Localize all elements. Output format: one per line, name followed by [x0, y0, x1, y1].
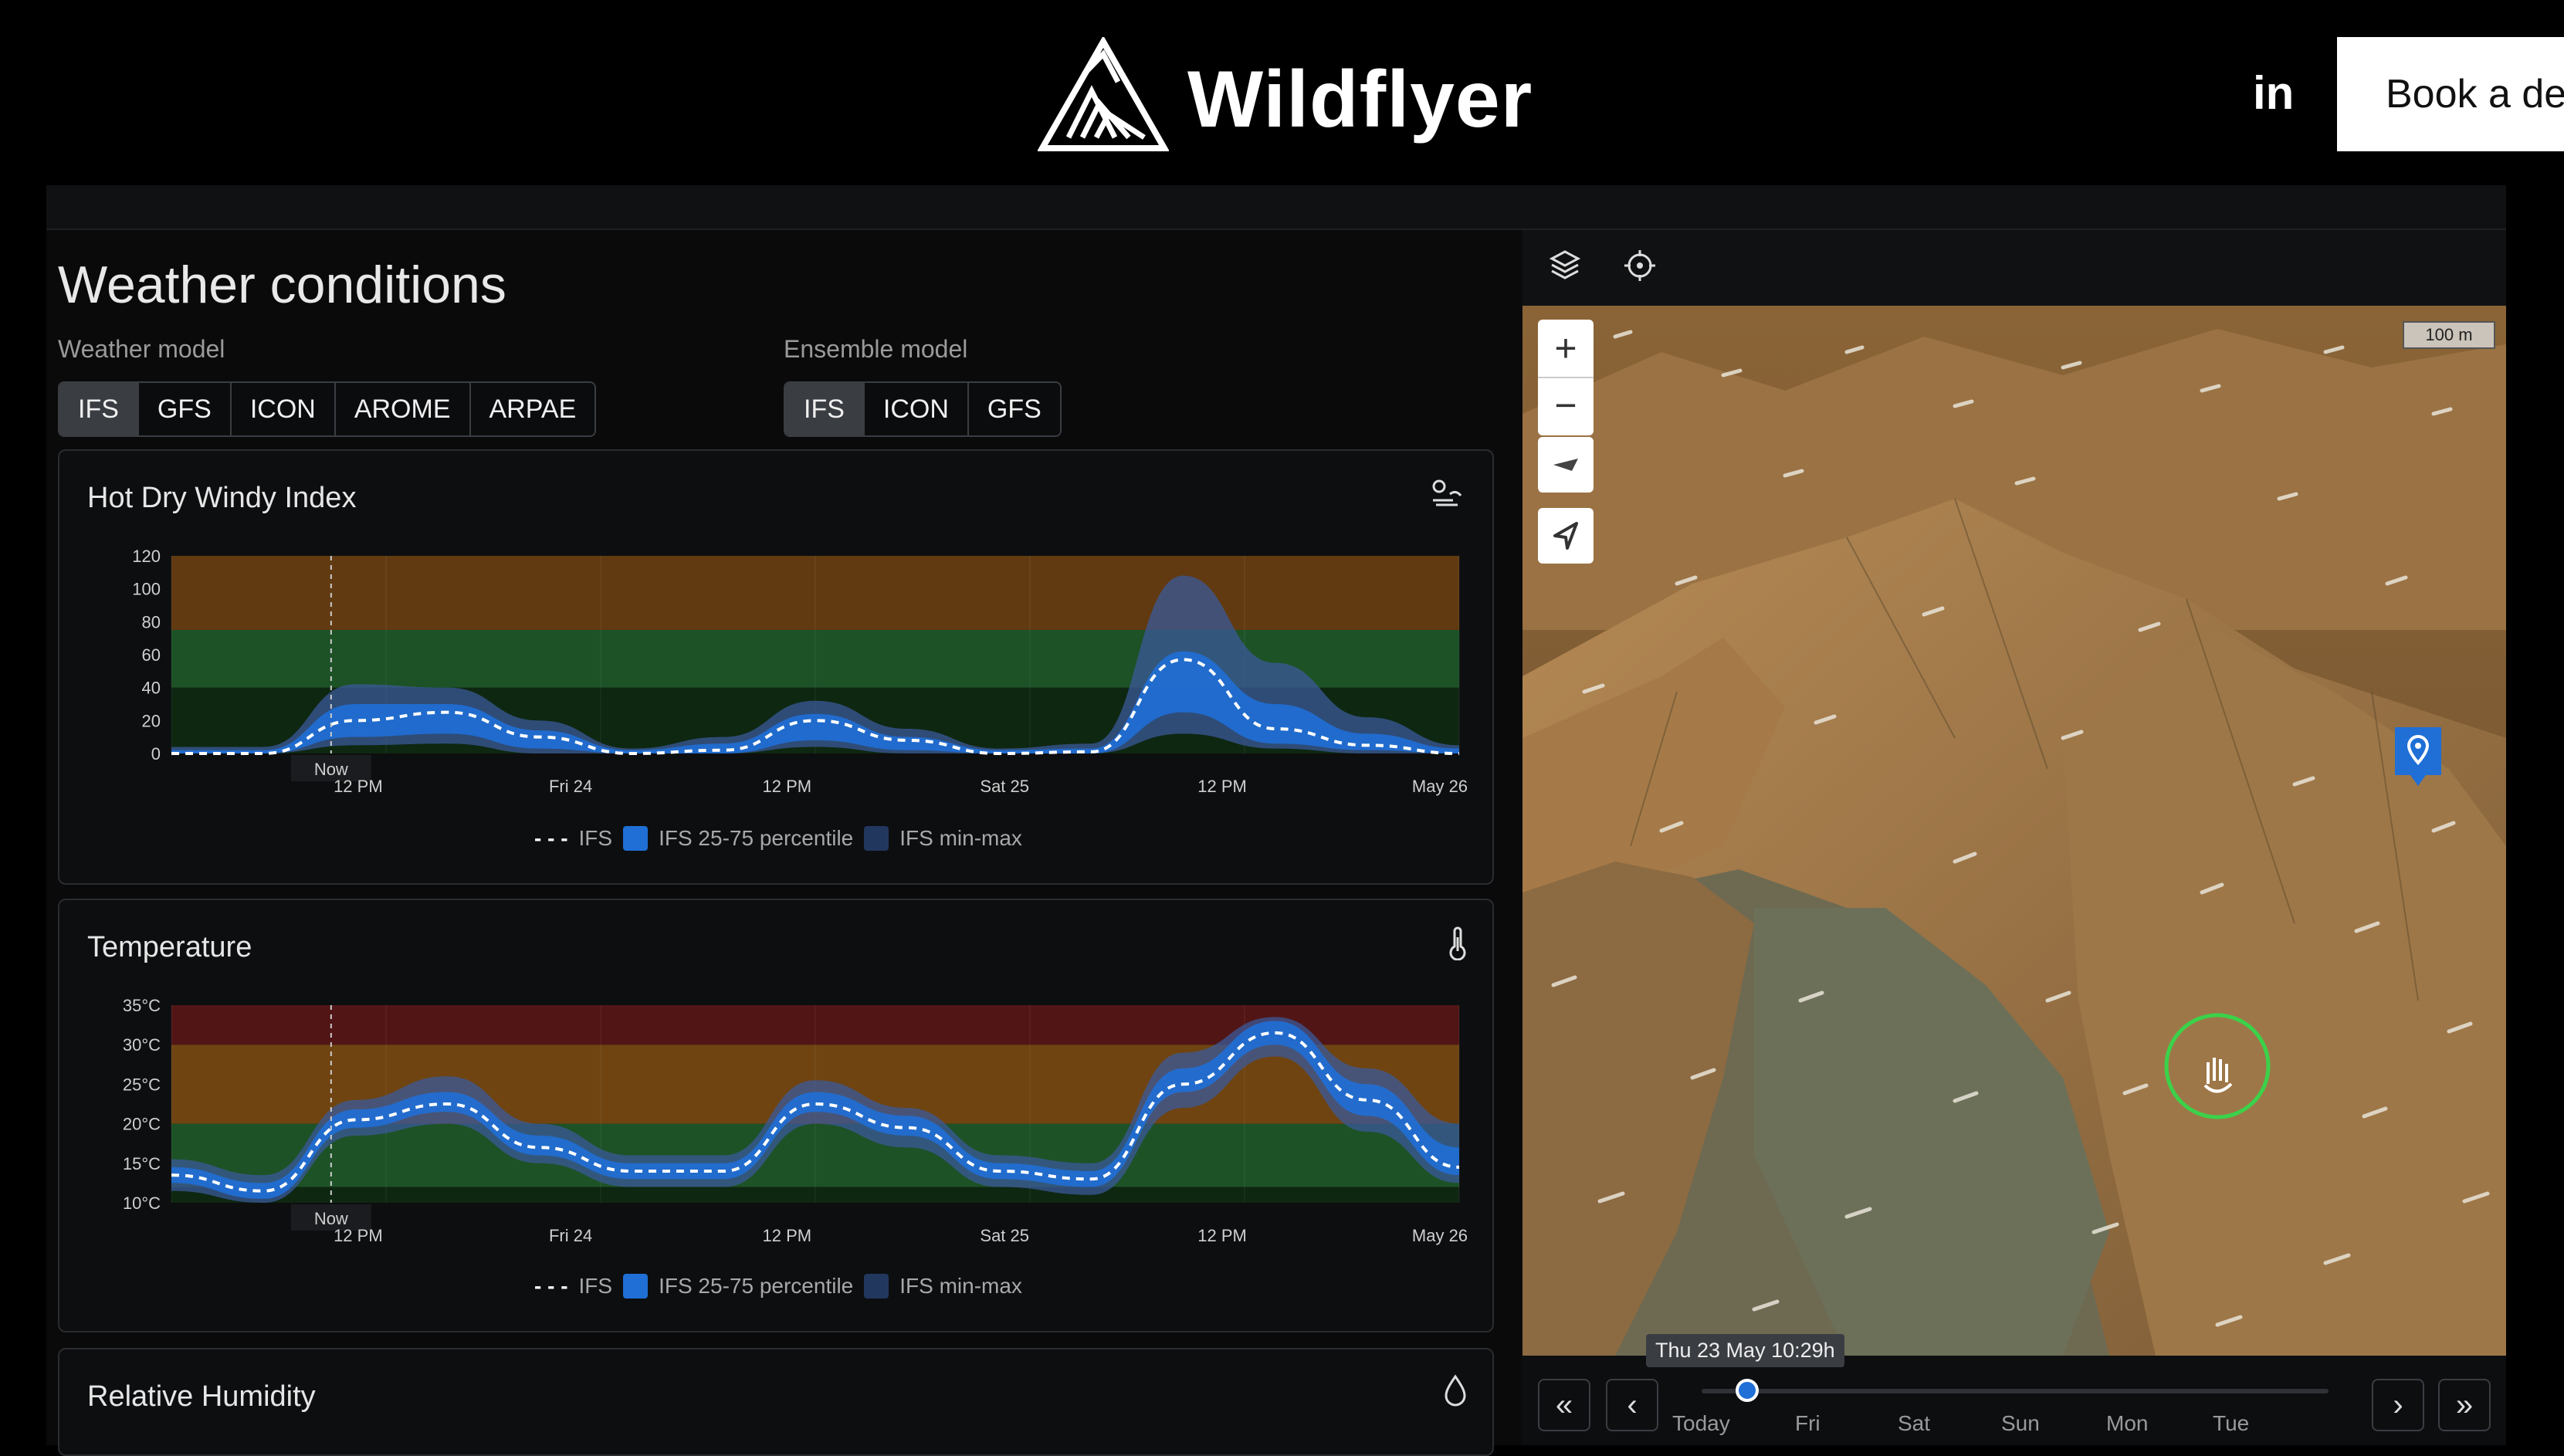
- legend-swatch-minmax: [864, 1274, 889, 1299]
- weather-model-label: Weather model: [58, 335, 225, 363]
- temp-y-tick: 30°C: [123, 1035, 161, 1055]
- book-demo-button[interactable]: Book a demo: [2337, 37, 2564, 151]
- ensemble-model-label: Ensemble model: [784, 335, 968, 363]
- location-pin-icon[interactable]: [2392, 724, 2444, 791]
- thermometer-icon[interactable]: [1445, 926, 1470, 960]
- map-scale: 100 m: [2403, 321, 2495, 349]
- map-toolbar: [1522, 230, 2506, 306]
- droplet-icon[interactable]: [1442, 1374, 1468, 1407]
- temp-y-tick: 15°C: [123, 1154, 161, 1173]
- step-back-button[interactable]: ‹: [1606, 1379, 1658, 1431]
- compass-icon: [1553, 459, 1578, 471]
- day-today[interactable]: Today: [1672, 1411, 1730, 1436]
- jump-back-button[interactable]: «: [1538, 1379, 1590, 1431]
- temp-y-tick: 25°C: [123, 1075, 161, 1094]
- ensemble-model-gfs-button[interactable]: GFS: [968, 383, 1060, 435]
- temp-x-tick: 12 PM: [763, 1226, 812, 1245]
- hdw-y-tick: 20: [142, 711, 161, 730]
- hdw-x-tick: 12 PM: [334, 777, 383, 796]
- ensemble-model-selector: IFS ICON GFS: [784, 381, 1062, 437]
- time-tooltip: Thu 23 May 10:29h: [1646, 1334, 1844, 1367]
- terrain-map[interactable]: [1522, 306, 2506, 1356]
- step-forward-button[interactable]: ›: [2372, 1379, 2424, 1431]
- app-top-strip: [46, 185, 2506, 230]
- temp-x-tick: May 26: [1412, 1226, 1468, 1245]
- temp-y-tick: 20°C: [123, 1115, 161, 1134]
- weather-model-gfs-button[interactable]: GFS: [138, 383, 232, 435]
- hdw-y-tick: 40: [142, 679, 161, 698]
- page-title: Weather conditions: [58, 256, 506, 314]
- zoom-control: + −: [1538, 320, 1594, 435]
- hdw-x-tick: Fri 24: [549, 777, 592, 796]
- temp-x-tick: Sat 25: [980, 1226, 1029, 1245]
- legend-p2575[interactable]: IFS 25-75 percentile: [659, 1274, 853, 1299]
- weather-model-arome-button[interactable]: AROME: [335, 383, 471, 435]
- day-mon[interactable]: Mon: [2106, 1411, 2148, 1436]
- zoom-out-button[interactable]: −: [1538, 378, 1594, 435]
- hdw-x-tick: 12 PM: [763, 777, 812, 796]
- dashed-line-icon: - - -: [534, 826, 568, 850]
- locate-button[interactable]: [1538, 508, 1594, 564]
- legend-swatch-p2575: [623, 826, 649, 851]
- hdw-x-tick: Sat 25: [980, 777, 1029, 796]
- ensemble-model-icon-button[interactable]: ICON: [864, 383, 969, 435]
- hdw-legend: - - - IFS IFS 25-75 percentile IFS min-m…: [534, 826, 1022, 851]
- layers-icon[interactable]: [1549, 249, 1581, 281]
- temperature-title: Temperature: [87, 931, 252, 963]
- navigation-arrow-icon: [1553, 522, 1578, 550]
- crosshair-icon[interactable]: [1623, 249, 1657, 283]
- wildflyer-logo-icon[interactable]: [1038, 37, 1169, 153]
- legend-minmax[interactable]: IFS min-max: [899, 826, 1022, 851]
- hdw-y-tick: 100: [132, 580, 161, 599]
- hdw-title: Hot Dry Windy Index: [87, 482, 357, 514]
- temp-y-tick: 35°C: [123, 996, 161, 1015]
- temp-x-tick: Fri 24: [549, 1226, 592, 1245]
- wind-heat-icon[interactable]: [1430, 477, 1464, 508]
- linkedin-icon[interactable]: in: [2253, 66, 2294, 120]
- day-sun[interactable]: Sun: [2001, 1411, 2040, 1436]
- temp-x-tick: 12 PM: [334, 1226, 383, 1245]
- temperature-chart: 35°C30°C25°C20°C15°C10°CNow12 PM Fri 24 12…: [123, 996, 1468, 1245]
- timeline-handle[interactable]: [1736, 1379, 1759, 1402]
- day-sat[interactable]: Sat: [1898, 1411, 1930, 1436]
- weather-model-arpae-button[interactable]: ARPAE: [470, 383, 595, 435]
- hdw-y-tick: 0: [151, 744, 161, 764]
- compass-button[interactable]: [1538, 437, 1594, 493]
- temp-y-tick: 10°C: [123, 1194, 161, 1213]
- legend-swatch-minmax: [864, 826, 889, 851]
- hdw-y-tick: 60: [142, 645, 161, 665]
- day-tue[interactable]: Tue: [2213, 1411, 2249, 1436]
- temperature-legend: - - - IFS IFS 25-75 percentile IFS min-m…: [534, 1274, 1022, 1299]
- legend-ifs[interactable]: IFS: [579, 826, 613, 851]
- timeline-track[interactable]: [1702, 1389, 2329, 1393]
- hdw-x-tick: 12 PM: [1197, 777, 1247, 796]
- zoom-in-button[interactable]: +: [1538, 320, 1594, 378]
- day-fri[interactable]: Fri: [1795, 1411, 1821, 1436]
- weather-model-selector: IFS GFS ICON AROME ARPAE: [58, 381, 597, 437]
- humidity-title: Relative Humidity: [87, 1380, 316, 1413]
- dashed-line-icon: - - -: [534, 1274, 568, 1298]
- ensemble-model-ifs-button[interactable]: IFS: [785, 383, 865, 435]
- legend-minmax[interactable]: IFS min-max: [899, 1274, 1022, 1299]
- terrain-illustration[interactable]: [1522, 306, 2506, 1356]
- legend-p2575[interactable]: IFS 25-75 percentile: [659, 826, 853, 851]
- jump-forward-button[interactable]: »: [2438, 1379, 2491, 1431]
- brand-name[interactable]: Wildflyer: [1187, 54, 1533, 146]
- legend-ifs[interactable]: IFS: [579, 1274, 613, 1299]
- hdw-y-tick: 80: [142, 612, 161, 631]
- weather-model-icon-button[interactable]: ICON: [231, 383, 336, 435]
- weather-model-ifs-button[interactable]: IFS: [59, 383, 139, 435]
- hdw-x-tick: May 26: [1412, 777, 1468, 796]
- hdw-y-tick: 120: [132, 547, 161, 566]
- legend-swatch-p2575: [623, 1274, 649, 1299]
- temp-x-tick: 12 PM: [1197, 1226, 1247, 1245]
- hdw-chart: 120100806040200Now12 PM Fri 24 12 PM Sat 25…: [132, 547, 1468, 796]
